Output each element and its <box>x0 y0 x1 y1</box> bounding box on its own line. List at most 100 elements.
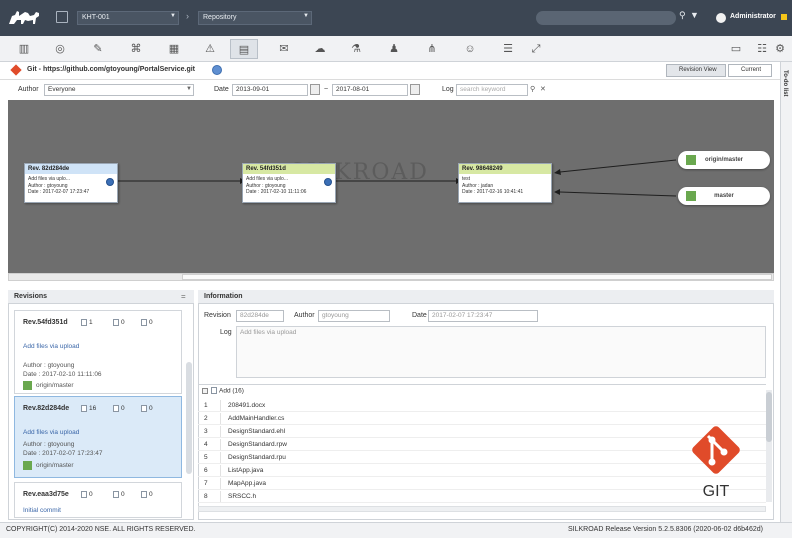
file-row[interactable]: 5 DesignStandard.rpu <box>198 452 766 464</box>
file-row[interactable]: 6 ListApp.java <box>198 465 766 477</box>
author-filter-label: Author <box>18 86 39 93</box>
globe-icon[interactable] <box>212 65 222 75</box>
filter-icon[interactable]: ▼ <box>690 10 699 20</box>
branch-origin-master[interactable]: origin/master <box>678 151 770 169</box>
repository-icon[interactable]: ▤ <box>230 39 258 59</box>
git-logo-text: GIT <box>703 483 730 500</box>
users-icon[interactable]: ♟ <box>380 39 408 59</box>
author-select[interactable]: Everyone <box>44 84 194 96</box>
add-files-label: Add (16) <box>211 387 244 394</box>
date-filter-label: Date <box>214 86 229 93</box>
branch-icon <box>686 155 696 165</box>
notification-badge[interactable] <box>781 14 787 20</box>
graph-node-54fd351d[interactable]: Rev. 54fd351d Add files via uplo... Auth… <box>242 163 336 203</box>
date-to-field[interactable]: 2017-08-01 <box>332 84 408 96</box>
revision-id: Rev.54fd351d <box>23 319 68 326</box>
revision-branch: origin/master <box>36 462 74 469</box>
file-add-icon <box>81 319 87 326</box>
node-id: Rev. 54fd351d <box>243 164 335 174</box>
expand-icon[interactable]: ⤢ <box>522 39 550 59</box>
calendar-icon[interactable] <box>410 84 420 95</box>
revision-field: 82d284de <box>236 310 284 322</box>
chat-icon[interactable]: ✉ <box>270 39 298 59</box>
discussion-icon[interactable]: ☁ <box>306 39 334 59</box>
group-icon[interactable]: ☺ <box>456 39 484 59</box>
file-row[interactable]: 4 DesignStandard.rpw <box>198 439 766 451</box>
file-add-icon <box>81 405 87 412</box>
chevron-down-icon[interactable]: ▼ <box>186 86 192 92</box>
network-icon[interactable]: ⌘ <box>122 39 150 59</box>
branch-master[interactable]: master <box>678 187 770 205</box>
grid-icon[interactable]: ▦ <box>160 39 188 59</box>
current-button[interactable]: Current <box>728 64 772 77</box>
revision-item[interactable]: Rev.54fd351d 1 0 0 Add files via upload … <box>14 310 182 394</box>
panel-icon[interactable]: ▭ <box>722 39 750 59</box>
graph-scrollbar-thumb[interactable] <box>182 274 772 280</box>
revision-view-button[interactable]: Revision View <box>666 64 726 77</box>
file-name: MapApp.java <box>228 480 266 487</box>
file-delete-icon <box>141 405 147 412</box>
search-icon[interactable]: ⚲ <box>530 85 535 93</box>
node-id: Rev. 98648249 <box>459 164 551 174</box>
branch-label: origin/master <box>704 157 743 163</box>
modified-count: 0 <box>113 405 125 412</box>
chevron-down-icon[interactable]: ▼ <box>303 13 309 19</box>
date-from-field[interactable]: 2013-09-01 <box>232 84 308 96</box>
date-separator: ~ <box>324 86 329 93</box>
revision-message[interactable]: Add files via upload <box>23 343 79 350</box>
project-select[interactable]: KHT-001 <box>77 11 179 25</box>
files-horizontal-scrollbar[interactable] <box>198 506 766 512</box>
file-name: AddMainHandler.cs <box>228 415 285 422</box>
information-header <box>198 290 774 304</box>
copyright-text: COPYRIGHT(C) 2014-2020 NSE. ALL RIGHTS R… <box>6 526 196 533</box>
search-icon[interactable]: ⚲ <box>679 10 686 21</box>
modified-count: 0 <box>113 319 125 326</box>
date-field: 2017-02-07 17:23:47 <box>428 310 538 322</box>
warning-icon[interactable]: ⚠ <box>196 39 224 59</box>
revision-item[interactable]: Rev.82d284de 16 0 0 Add files via upload… <box>14 396 182 478</box>
revision-item[interactable]: Rev.eaa3d75e 0 0 0 Initial commit <box>14 482 182 518</box>
compass-icon[interactable]: ◎ <box>46 39 74 59</box>
todo-sidebar[interactable] <box>780 62 792 524</box>
log-search-input[interactable]: search keyword <box>456 84 528 96</box>
collapse-icon[interactable]: = <box>181 292 186 301</box>
gear-icon[interactable]: ⚙ <box>770 39 790 59</box>
revision-date: Date : 2017-02-07 17:23:47 <box>23 450 103 457</box>
file-modify-icon <box>113 319 119 326</box>
node-expand-icon[interactable] <box>106 178 114 186</box>
lab-icon[interactable]: ⚗ <box>342 39 370 59</box>
list-icon[interactable]: ☰ <box>494 39 522 59</box>
toggle-icon[interactable] <box>202 388 208 394</box>
file-row[interactable]: 1 208491.docx <box>198 400 766 412</box>
deleted-count: 0 <box>141 319 153 326</box>
revision-message[interactable]: Add files via upload <box>23 429 79 436</box>
project-icon <box>56 11 68 23</box>
log-label: Log <box>220 329 232 336</box>
chevron-right-icon: › <box>186 11 189 21</box>
revisions-scrollbar[interactable] <box>186 362 192 474</box>
file-row[interactable]: 3 DesignStandard.ehl <box>198 426 766 438</box>
deleted-count: 0 <box>141 491 153 498</box>
file-row[interactable]: 7 MapApp.java <box>198 478 766 490</box>
modified-count: 0 <box>113 491 125 498</box>
edit-icon[interactable]: ✎ <box>84 39 112 59</box>
todo-label[interactable]: To-do list <box>782 70 788 97</box>
node-expand-icon[interactable] <box>324 178 332 186</box>
user-name[interactable]: Administrator <box>730 13 776 20</box>
dashboard-icon[interactable]: ▥ <box>10 39 38 59</box>
clear-icon[interactable]: ✕ <box>540 85 546 93</box>
files-scrollbar-thumb[interactable] <box>766 392 772 442</box>
repository-select[interactable]: Repository <box>198 11 312 25</box>
chevron-down-icon[interactable]: ▼ <box>170 13 176 19</box>
file-row[interactable]: 2 AddMainHandler.cs <box>198 413 766 425</box>
file-row[interactable]: 8 SRSCC.h <box>198 491 766 503</box>
graph-node-98648249[interactable]: Rev. 98648249 test Author : jadan Date :… <box>458 163 552 203</box>
tree-icon[interactable]: ⋔ <box>418 39 446 59</box>
graph-node-82d284de[interactable]: Rev. 82d284de Add files via uplo... Auth… <box>24 163 118 203</box>
revision-message[interactable]: Initial commit <box>23 507 61 514</box>
release-version: SILKROAD Release Version 5.2.5.8306 (202… <box>568 526 763 533</box>
avatar[interactable] <box>716 13 726 23</box>
global-search-input[interactable] <box>536 11 676 25</box>
silkroad-camel-logo[interactable] <box>6 6 42 30</box>
calendar-icon[interactable] <box>310 84 320 95</box>
